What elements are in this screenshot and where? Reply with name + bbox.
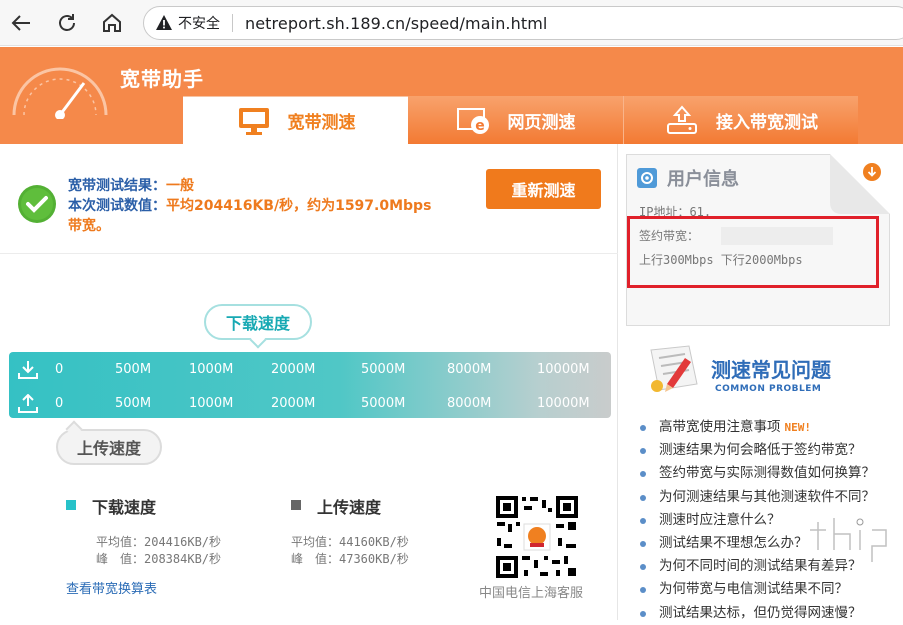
tab-label: 网页测速 [507, 112, 576, 133]
upload-tick: 5000M [361, 396, 406, 411]
speed-scale-bar: 0 500M 1000M 2000M 5000M 8000M 10000M 0 … [9, 352, 611, 418]
app-brand-title: 宽带助手 [120, 67, 204, 91]
upload-legend-swatch [291, 500, 301, 510]
home-icon[interactable] [98, 9, 126, 37]
new-badge: NEW! [784, 421, 812, 434]
insecure-label: 不安全 [178, 16, 220, 32]
upload-tick: 0 [55, 396, 64, 411]
download-stats-values: 平均值：204416KB/秒 峰 值：208384KB/秒 [96, 534, 221, 568]
upload-tick: 500M [115, 396, 152, 411]
download-peak: 峰 值：208384KB/秒 [96, 552, 222, 566]
warning-icon[interactable] [154, 13, 174, 33]
bandwidth-conversion-link[interactable]: 查看带宽换算表 [66, 578, 157, 597]
test-value-label: 本次测试数值： [68, 198, 166, 214]
speed-gauge-area: 下载速度 0 500M 1000M 2000M 5000M 8000M 1000… [0, 254, 618, 620]
download-tick: 0 [55, 362, 64, 377]
faq-title: 测速常见问题 [711, 358, 831, 382]
download-stats-title: 下载速度 [92, 498, 157, 517]
faq-item-label[interactable]: 高带宽使用注意事项 [659, 419, 781, 435]
result-label: 宽带测试结果： [68, 178, 166, 194]
speed-test-panel: 宽带测试结果：一般 本次测试数值：平均204416KB/秒，约为1597.0Mb… [0, 144, 618, 620]
tab-label: 宽带测速 [287, 113, 356, 133]
speedometer-icon [12, 67, 108, 119]
qr-code-icon [494, 494, 580, 580]
test-value-cont: 带宽。 [68, 218, 110, 234]
tab-access-bandwidth-test[interactable]: 接入带宽测试 [623, 96, 858, 144]
tab-label: 接入带宽测试 [716, 112, 818, 133]
url-text[interactable]: netreport.sh.189.cn/speed/main.html [245, 14, 547, 33]
main-tabs: 宽带测速 e 网页测速 接入带宽测试 [183, 96, 858, 144]
tab-webpage-speed[interactable]: e 网页测速 [408, 96, 623, 144]
app-header: 宽带助手 宽带测速 e 网页测速 接入带宽测试 [0, 47, 903, 144]
download-legend-swatch [66, 500, 76, 510]
modem-icon [664, 105, 700, 135]
tab-broadband-speed[interactable]: 宽带测速 [183, 96, 408, 144]
retest-button[interactable]: 重新测速 [486, 169, 601, 209]
upload-speed-bubble: 上传速度 [56, 429, 162, 465]
upload-stats-title: 上传速度 [317, 498, 382, 517]
faq-item-label[interactable]: 测速时应注意什么？ [659, 512, 781, 528]
watermark-logo [810, 518, 889, 562]
monitor-icon [236, 106, 272, 136]
test-value: 平均204416KB/秒，约为1597.0Mbps [166, 198, 432, 214]
back-icon[interactable] [7, 9, 35, 37]
download-scale-row: 0 500M 1000M 2000M 5000M 8000M 10000M [9, 355, 611, 385]
upload-avg: 平均值：44160KB/秒 [291, 535, 409, 549]
upload-tick: 10000M [537, 396, 590, 411]
download-tick: 10000M [537, 362, 590, 377]
svg-text:e: e [475, 118, 485, 134]
download-icon [18, 361, 38, 379]
result-value: 一般 [166, 178, 194, 194]
highlight-box [627, 216, 879, 288]
download-tick: 2000M [271, 362, 316, 377]
faq-item-label[interactable]: 测试结果不理想怎么办？ [659, 535, 808, 551]
upload-peak: 峰 值：47360KB/秒 [291, 552, 409, 566]
address-bar[interactable]: 不安全 netreport.sh.189.cn/speed/main.html [143, 6, 903, 40]
upload-stats-values: 平均值：44160KB/秒 峰 值：47360KB/秒 [291, 534, 409, 568]
download-tick: 1000M [189, 362, 234, 377]
upload-scale-row: 0 500M 1000M 2000M 5000M 8000M 10000M [9, 389, 611, 419]
faq-item[interactable]: 签约带宽与实际测得数值如何换算？ [637, 462, 903, 485]
user-info-header: 用户信息 [637, 165, 739, 191]
qr-caption: 中国电信上海客服 [479, 586, 584, 601]
faq-icon [650, 345, 698, 392]
download-tick: 500M [115, 362, 152, 377]
faq-item[interactable]: 高带宽使用注意事项 NEW! [637, 416, 903, 439]
faq-header: 测速常见问题 COMMON PROBLEM [645, 344, 895, 404]
download-speed-bubble: 下载速度 [204, 304, 312, 340]
user-info-title: 用户信息 [667, 169, 739, 190]
download-avg: 平均值：204416KB/秒 [96, 535, 222, 549]
upload-icon [18, 394, 38, 413]
faq-item-label[interactable]: 签约带宽与实际测得数值如何换算？ [659, 465, 875, 481]
upload-tick: 8000M [447, 396, 492, 411]
upload-tick: 2000M [271, 396, 316, 411]
faq-item-label[interactable]: 测速结果为何会略低于签约带宽？ [659, 442, 862, 458]
browser-toolbar: 不安全 netreport.sh.189.cn/speed/main.html [0, 0, 903, 46]
reload-icon[interactable] [53, 9, 81, 37]
check-circle-icon [18, 185, 56, 223]
upload-tick: 1000M [189, 396, 234, 411]
test-result-section: 宽带测试结果：一般 本次测试数值：平均204416KB/秒，约为1597.0Mb… [0, 144, 618, 254]
ie-browser-icon: e [456, 105, 492, 135]
result-text: 宽带测试结果：一般 本次测试数值：平均204416KB/秒，约为1597.0Mb… [68, 176, 431, 236]
download-arrow-icon[interactable] [830, 154, 890, 214]
faq-subtitle: COMMON PROBLEM [715, 384, 822, 394]
user-info-icon [637, 168, 657, 188]
faq-item[interactable]: 测速结果为何会略低于签约带宽？ [637, 439, 903, 462]
address-divider [232, 14, 233, 32]
download-tick: 8000M [447, 362, 492, 377]
download-tick: 5000M [361, 362, 406, 377]
